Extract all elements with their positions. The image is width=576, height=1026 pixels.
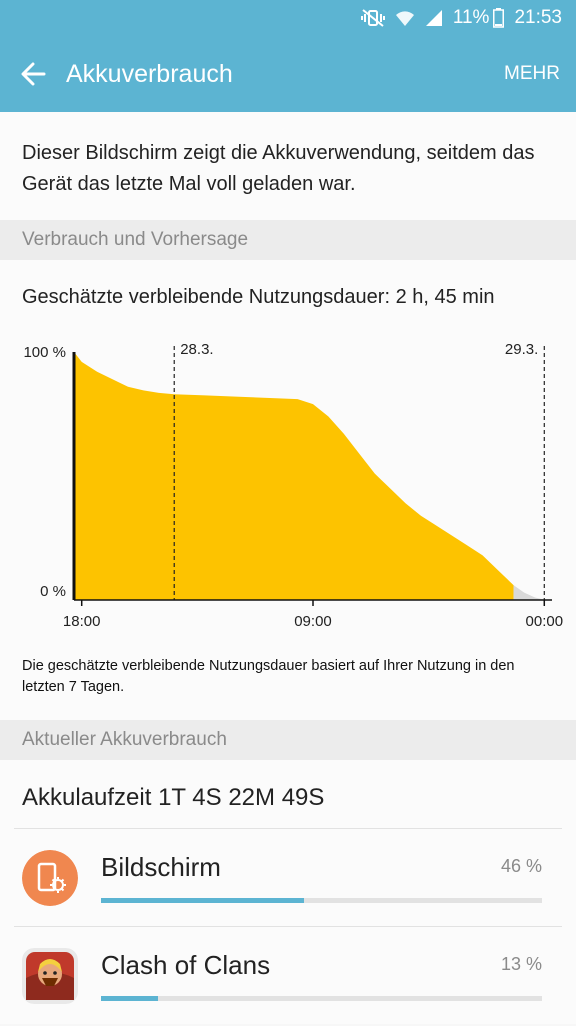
section-header-current-usage: Aktueller Akkuverbrauch [0,720,576,760]
usage-item-name: Bildschirm [101,852,221,882]
chart-y-tick-label: 0 % [40,583,66,600]
estimated-remaining-time: Geschätzte verbleibende Nutzungsdauer: 2… [22,286,495,308]
usage-item-clash-of-clans[interactable]: Clash of Clans 13 % [0,928,576,1026]
chart-x-tick-label: 00:00 [526,613,564,630]
status-bar: 11% 21:53 [0,0,576,36]
usage-progress-fill [101,898,304,903]
clash-of-clans-app-icon [22,948,78,1004]
chart-y-tick-label: 100 % [23,344,66,361]
app-bar: Akkuverbrauch MEHR [0,36,576,112]
usage-forecast-panel: Geschätzte verbleibende Nutzungsdauer: 2… [0,260,576,720]
estimate-footnote: Die geschätzte verbleibende Nutzungsdaue… [22,658,515,695]
chart-day-label: 28.3. [180,341,213,358]
arrow-left-icon [21,62,46,86]
usage-item-percent: 46 % [500,856,542,876]
battery-icon [493,8,505,28]
section-header-usage-forecast: Verbrauch und Vorhersage [0,220,576,260]
intro-text: Dieser Bildschirm zeigt die Akkuverwendu… [0,112,576,220]
usage-progress-track [101,996,542,1001]
mute-vibrate-icon [360,9,385,27]
chart-day-label: 29.3. [505,341,538,358]
usage-item-screen[interactable]: Bildschirm 46 % [0,830,576,928]
wifi-icon [395,9,415,27]
chart-x-tick-label: 18:00 [63,613,101,630]
usage-item-name: Clash of Clans [101,950,271,980]
usage-progress-track [101,898,542,903]
usage-item-percent: 13 % [500,954,542,974]
more-button[interactable]: MEHR [504,63,576,85]
divider [14,926,562,927]
battery-percent: 11% [452,7,490,28]
chart-prediction-area [513,585,546,600]
chart-usage-area [74,352,514,600]
divider [14,828,562,829]
usage-progress-fill [101,996,159,1001]
clock: 21:53 [514,7,562,28]
signal-icon [425,9,443,27]
page-title: Akkuverbrauch [66,59,233,88]
battery-uptime: Akkulaufzeit 1T 4S 22M 49S [22,784,325,811]
battery-chart: 28.3. 29.3. 100 % 0 % 18:00 09:00 00:00 [23,341,564,630]
current-usage-panel: Akkulaufzeit 1T 4S 22M 49S Bildschirm 46… [0,760,576,1024]
chart-x-tick-label: 09:00 [294,613,332,630]
screen-settings-icon [22,850,78,906]
back-button[interactable] [0,36,66,112]
